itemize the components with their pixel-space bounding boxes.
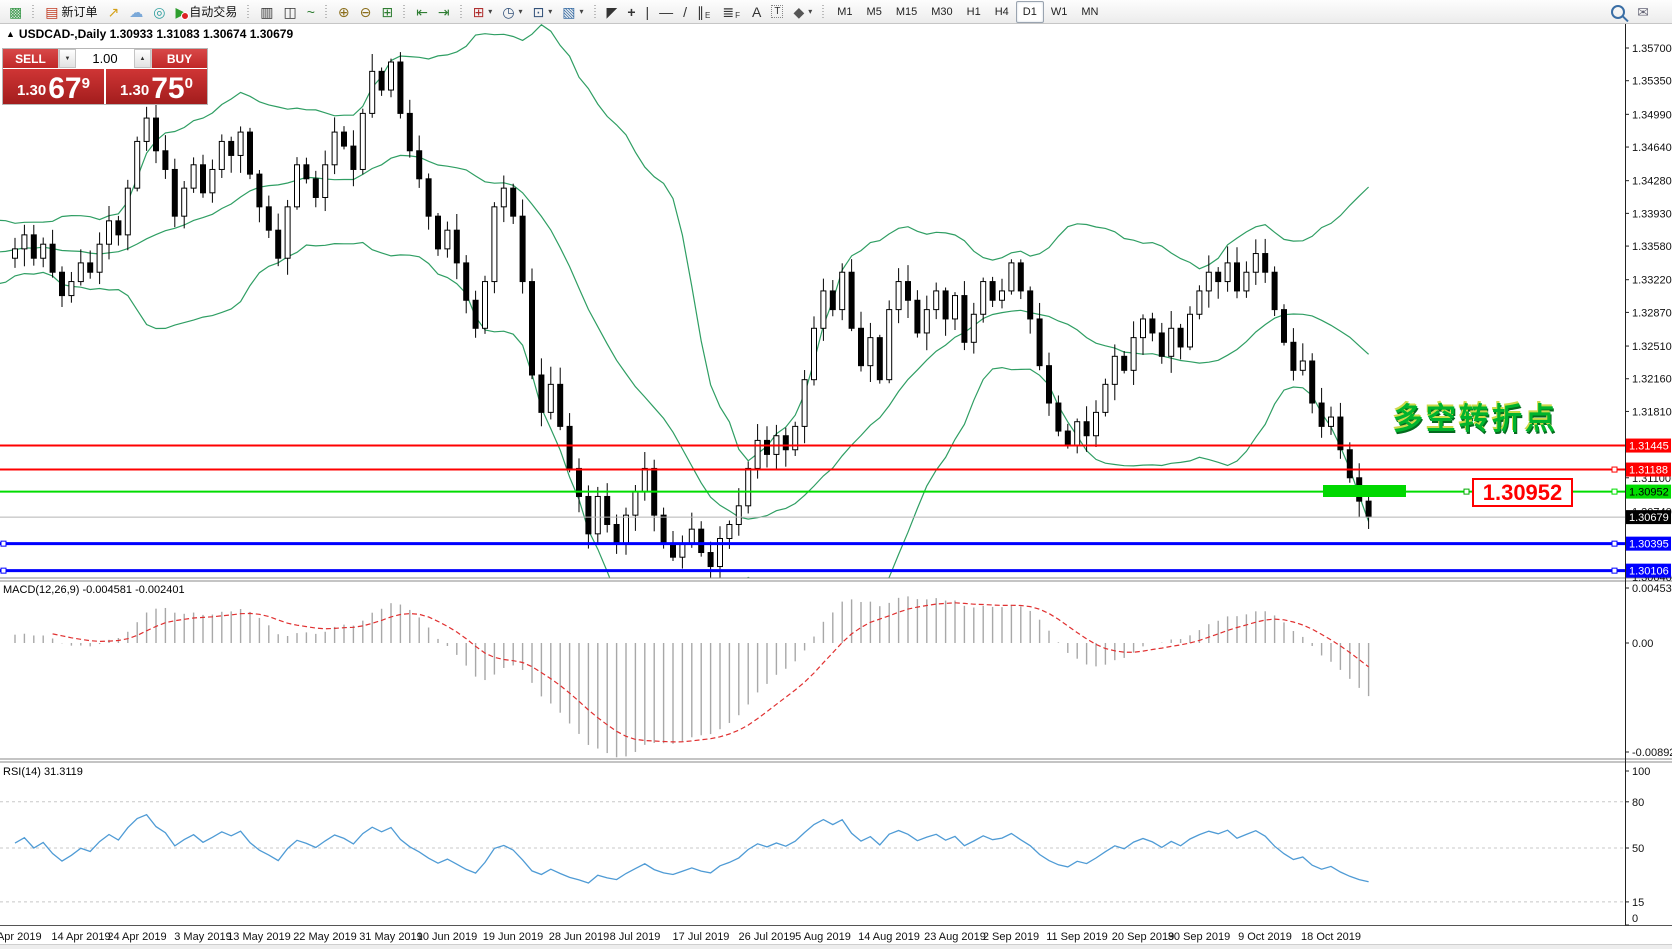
turning-point-annotation[interactable]: 多空转折点 bbox=[1393, 394, 1558, 438]
rsi-axis-label: 0 bbox=[1632, 913, 1638, 925]
svg-text:1.32870: 1.32870 bbox=[1632, 307, 1672, 319]
green-zone-annotation[interactable] bbox=[1323, 485, 1406, 497]
svg-text:9 Oct 2019: 9 Oct 2019 bbox=[1238, 931, 1292, 943]
svg-text:19 Jun 2019: 19 Jun 2019 bbox=[483, 931, 544, 943]
buy-button[interactable]: BUY bbox=[152, 49, 207, 68]
svg-text:23 Aug 2019: 23 Aug 2019 bbox=[924, 931, 986, 943]
sell-price-pips: 67 bbox=[48, 76, 81, 102]
svg-text:10 Jun 2019: 10 Jun 2019 bbox=[417, 931, 478, 943]
buy-price-base: 1.30 bbox=[120, 80, 149, 102]
svg-text:2 Sep 2019: 2 Sep 2019 bbox=[983, 931, 1039, 943]
hline-handle[interactable] bbox=[1, 568, 6, 573]
symbol-ohlc-text: USDCAD-,Daily 1.30933 1.31083 1.30674 1.… bbox=[19, 27, 293, 41]
price-level-annotation[interactable]: 1.30952 bbox=[1472, 478, 1573, 507]
mt4-window: ▩▤新订单↗☁◎▶自动交易▥◫~⊕⊖⊞⇤⇥⊞▾◷▾⊡▾▧▾◤+|—/∥E≣FAT… bbox=[0, 0, 1672, 949]
svg-text:1.30952: 1.30952 bbox=[1629, 487, 1669, 499]
macd-indicator-label: MACD(12,26,9) -0.004581 -0.002401 bbox=[3, 584, 185, 596]
svg-text:1.35350: 1.35350 bbox=[1632, 76, 1672, 88]
hline-handle[interactable] bbox=[1612, 568, 1617, 573]
hline-handle[interactable] bbox=[1612, 467, 1617, 472]
macd-axis-label: -0.008928 bbox=[1632, 747, 1672, 759]
rsi-axis-label: 50 bbox=[1632, 843, 1644, 855]
svg-text:20 Sep 2019: 20 Sep 2019 bbox=[1112, 931, 1174, 943]
window-bottom-edge bbox=[0, 944, 1672, 949]
volume-increase-button[interactable]: ▲ bbox=[134, 49, 151, 68]
svg-text:1.34280: 1.34280 bbox=[1632, 176, 1672, 188]
svg-text:5 Aug 2019: 5 Aug 2019 bbox=[795, 931, 851, 943]
svg-text:14 Apr 2019: 14 Apr 2019 bbox=[51, 931, 110, 943]
rsi-layer bbox=[0, 802, 1625, 902]
svg-text:1.33220: 1.33220 bbox=[1632, 275, 1672, 287]
volume-value[interactable]: 1.00 bbox=[76, 49, 134, 68]
rsi-axis-label: 15 bbox=[1632, 897, 1644, 909]
hline-handle[interactable] bbox=[1612, 489, 1617, 494]
svg-text:1.30106: 1.30106 bbox=[1629, 566, 1669, 578]
hline-handle[interactable] bbox=[1612, 541, 1617, 546]
macd-layer bbox=[15, 596, 1369, 757]
svg-text:24 Apr 2019: 24 Apr 2019 bbox=[107, 931, 166, 943]
sell-button[interactable]: SELL bbox=[3, 49, 58, 68]
svg-text:1.31188: 1.31188 bbox=[1629, 465, 1668, 477]
rsi-indicator-label: RSI(14) 31.3119 bbox=[3, 766, 83, 778]
volume-stepper: ▼ 1.00 ▲ bbox=[58, 49, 152, 68]
svg-text:13 May 2019: 13 May 2019 bbox=[227, 931, 291, 943]
svg-text:14 Aug 2019: 14 Aug 2019 bbox=[858, 931, 920, 943]
sell-price-point: 9 bbox=[82, 75, 90, 92]
sell-price-base: 1.30 bbox=[17, 80, 46, 102]
svg-text:28 Jun 2019: 28 Jun 2019 bbox=[549, 931, 610, 943]
svg-text:31 May 2019: 31 May 2019 bbox=[359, 931, 423, 943]
macd-axis-label: 0.00 bbox=[1632, 638, 1653, 650]
chart-title: ▲ USDCAD-,Daily 1.30933 1.31083 1.30674 1… bbox=[6, 27, 293, 41]
svg-text:1.34640: 1.34640 bbox=[1632, 142, 1672, 154]
svg-text:11 Sep 2019: 11 Sep 2019 bbox=[1046, 931, 1108, 943]
sell-price-button[interactable]: 1.30679 bbox=[3, 69, 104, 104]
svg-text:1.35700: 1.35700 bbox=[1632, 43, 1672, 55]
volume-decrease-button[interactable]: ▼ bbox=[59, 49, 76, 68]
macd-axis-label: 0.004533 bbox=[1632, 583, 1672, 595]
buy-price-point: 0 bbox=[185, 75, 193, 92]
svg-text:1.30395: 1.30395 bbox=[1629, 539, 1669, 551]
svg-text:1.32510: 1.32510 bbox=[1632, 341, 1672, 353]
svg-text:1.31445: 1.31445 bbox=[1629, 441, 1669, 453]
svg-text:8 Jul 2019: 8 Jul 2019 bbox=[610, 931, 661, 943]
svg-text:26 Jul 2019: 26 Jul 2019 bbox=[739, 931, 796, 943]
collapse-panel-icon[interactable]: ▲ bbox=[6, 29, 15, 39]
price-axis-labels: 1.35700 1.35350 1.34990 1.34640 1.34280 1.339… bbox=[1625, 43, 1672, 584]
svg-text:1.33930: 1.33930 bbox=[1632, 208, 1672, 220]
svg-text:1.32160: 1.32160 bbox=[1632, 374, 1672, 386]
svg-text:1.31810: 1.31810 bbox=[1632, 406, 1672, 418]
bollinger-lower bbox=[0, 243, 1369, 666]
rsi-axis-label: 100 bbox=[1632, 766, 1650, 778]
svg-text:1.30679: 1.30679 bbox=[1629, 512, 1669, 524]
green-line-handle[interactable] bbox=[1464, 489, 1469, 494]
chart-canvas[interactable]: 1.35700 1.35350 1.34990 1.34640 1.34280 1.339… bbox=[0, 0, 1672, 949]
svg-text:1.34990: 1.34990 bbox=[1632, 109, 1672, 121]
svg-text:4 Apr 2019: 4 Apr 2019 bbox=[0, 931, 42, 943]
buy-price-button[interactable]: 1.30750 bbox=[106, 69, 207, 104]
svg-text:18 Oct 2019: 18 Oct 2019 bbox=[1301, 931, 1361, 943]
candles-layer bbox=[13, 52, 1372, 580]
svg-text:30 Sep 2019: 30 Sep 2019 bbox=[1168, 931, 1230, 943]
svg-text:22 May 2019: 22 May 2019 bbox=[293, 931, 357, 943]
buy-price-pips: 75 bbox=[151, 76, 184, 102]
date-axis[interactable]: 4 Apr 2019 14 Apr 201924 Apr 2019 3 May 20… bbox=[0, 931, 1361, 943]
one-click-trading-panel: SELL ▼ 1.00 ▲ BUY 1.30679 1.30750 bbox=[2, 48, 208, 105]
svg-text:17 Jul 2019: 17 Jul 2019 bbox=[673, 931, 730, 943]
svg-text:3 May 2019: 3 May 2019 bbox=[174, 931, 231, 943]
rsi-axis-label: 80 bbox=[1632, 797, 1644, 809]
hline-handle[interactable] bbox=[1, 541, 6, 546]
svg-text:1.33580: 1.33580 bbox=[1632, 241, 1672, 253]
rsi-line bbox=[15, 815, 1369, 883]
